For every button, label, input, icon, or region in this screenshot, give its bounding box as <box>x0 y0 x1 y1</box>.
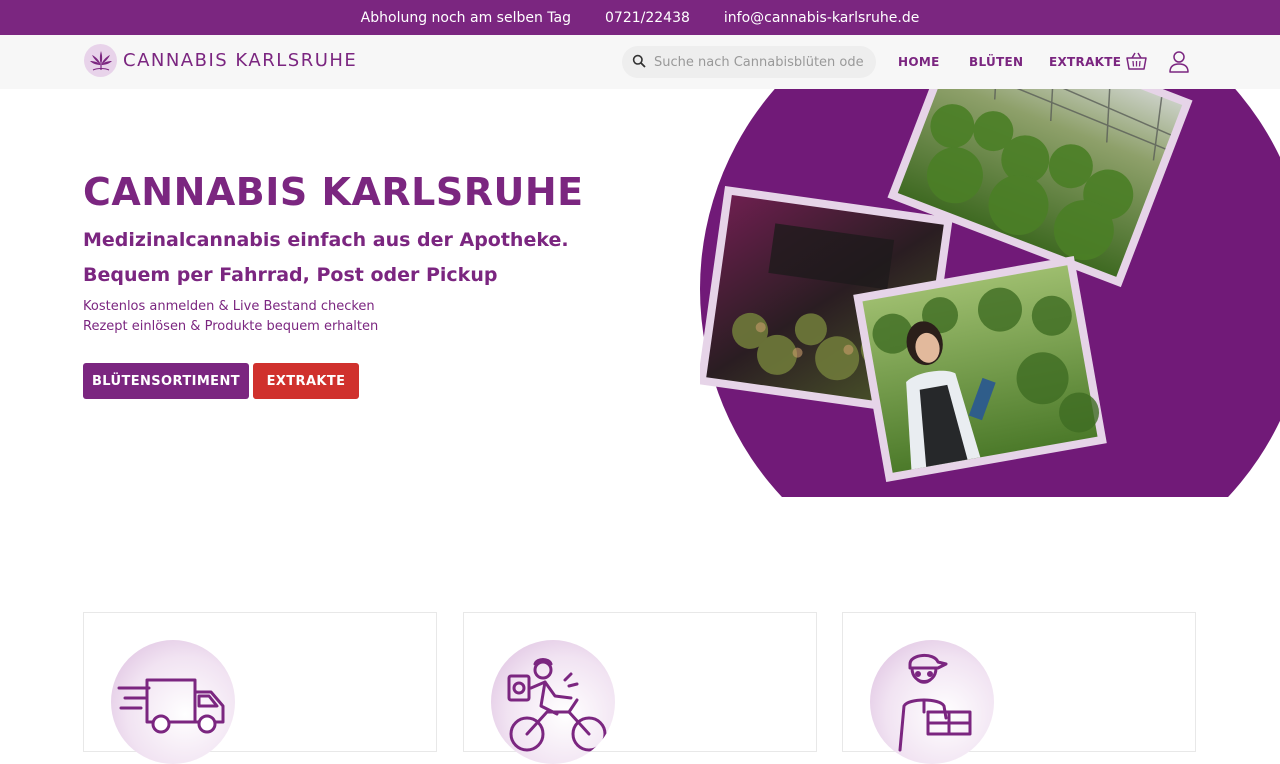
delivery-truck-icon <box>111 640 235 764</box>
feature-card-courier <box>842 612 1196 764</box>
parcel-courier-icon <box>870 640 994 764</box>
search-icon <box>632 53 646 72</box>
phone-link[interactable]: 0721/22438 <box>605 10 690 26</box>
email-link[interactable]: info@cannabis-karlsruhe.de <box>724 10 919 26</box>
logo-text: CANNABIS KARLSRUHE <box>123 50 358 71</box>
bike-courier-icon <box>491 640 615 764</box>
hero-title: CANNABIS KARLSRUHE <box>83 170 584 214</box>
blueten-sortiment-button[interactable]: BLÜTENSORTIMENT <box>83 363 249 399</box>
hero-subtitle-apotheke: Medizinalcannabis einfach aus der Apothe… <box>83 229 569 251</box>
user-icon[interactable] <box>1169 51 1189 77</box>
extrakte-button[interactable]: EXTRAKTE <box>253 363 359 399</box>
researcher-photo <box>853 255 1107 483</box>
basket-icon[interactable] <box>1126 52 1147 75</box>
search-box[interactable] <box>622 46 876 78</box>
search-input[interactable] <box>654 54 864 70</box>
hero-image-collage <box>700 89 1280 497</box>
nav-extrakte[interactable]: EXTRAKTE <box>1049 55 1121 69</box>
feature-card-bike <box>463 612 817 764</box>
feature-card-delivery <box>83 612 437 764</box>
nav-home[interactable]: HOME <box>898 55 940 69</box>
pickup-info: Abholung noch am selben Tag <box>360 9 571 26</box>
top-info-bar: Abholung noch am selben Tag 0721/22438 i… <box>0 0 1280 35</box>
hero-line-register: Kostenlos anmelden & Live Bestand checke… <box>83 299 375 314</box>
hero-subtitle-delivery: Bequem per Fahrrad, Post oder Pickup <box>83 264 498 286</box>
cannabis-leaf-icon <box>84 44 117 77</box>
main-navbar: CANNABIS KARLSRUHE HOME BLÜTEN EXTRAKTE <box>0 35 1280 89</box>
nav-blueten[interactable]: BLÜTEN <box>969 55 1023 69</box>
site-logo[interactable]: CANNABIS KARLSRUHE <box>84 44 357 77</box>
hero-line-prescription: Rezept einlösen & Produkte bequem erhalt… <box>83 319 379 334</box>
